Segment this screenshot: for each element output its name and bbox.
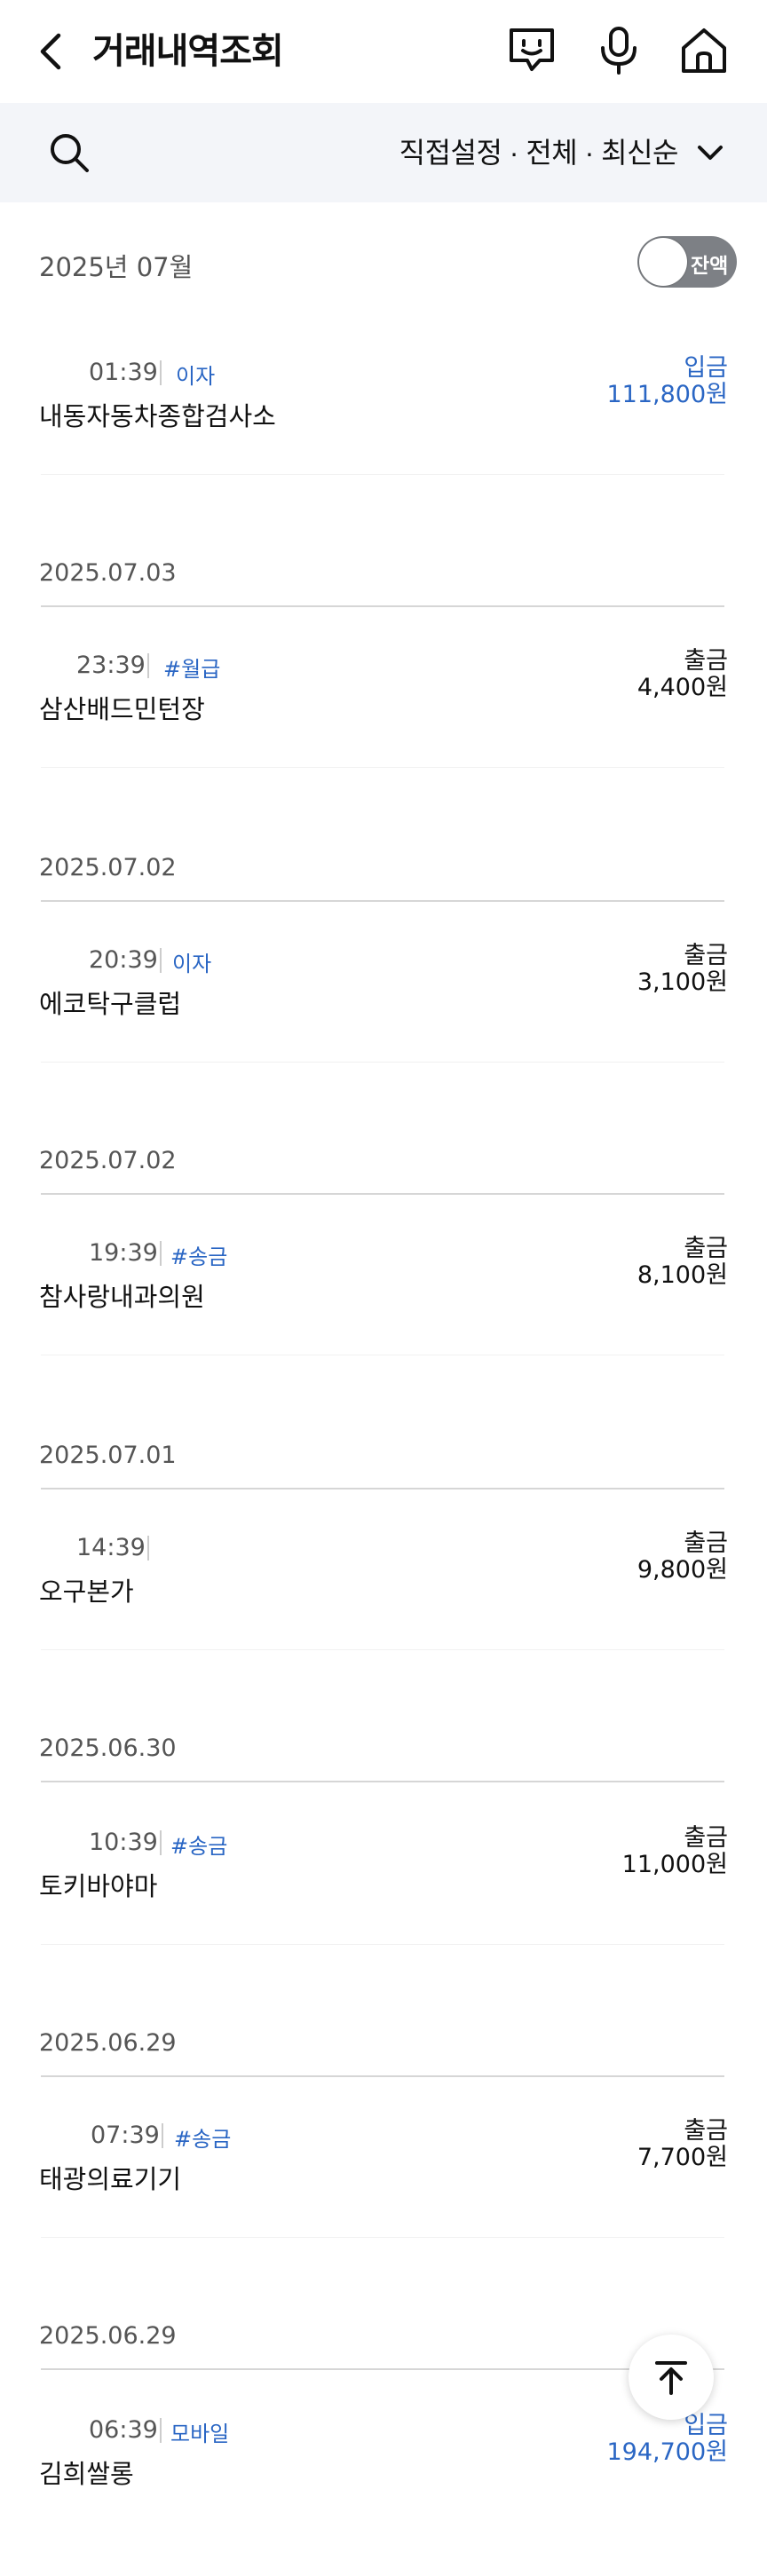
separator [160, 360, 162, 385]
date-header: 2025.07.02 [39, 854, 177, 881]
transaction-time: 01:39 [89, 359, 158, 386]
transaction-amount: 8,100원 [637, 1261, 728, 1289]
balance-toggle-label: 잔액 [691, 254, 729, 277]
date-header: 2025.07.01 [39, 1442, 177, 1469]
date-header: 2025.06.30 [39, 1734, 177, 1762]
transaction-amount: 9,800원 [637, 1556, 728, 1584]
date-divider [41, 2368, 724, 2370]
mic-icon[interactable] [591, 23, 646, 78]
transaction-amount: 4,400원 [637, 674, 728, 701]
home-icon[interactable] [676, 23, 731, 78]
chevron-down-icon[interactable] [692, 135, 728, 170]
arrow-up-icon [655, 2361, 687, 2395]
transaction-item[interactable]: 23:39 #월급 삼산배드민턴장 출금 4,400원 [0, 647, 767, 811]
merchant-name: 내동자동차종합검사소 [39, 401, 276, 431]
row-divider [41, 1062, 724, 1063]
transaction-tag: #송금 [170, 1245, 228, 1269]
transaction-time: 07:39 [91, 2122, 160, 2149]
transaction-amount: 111,800원 [606, 381, 729, 408]
separator [147, 653, 149, 678]
transaction-item[interactable]: 10:39 #송금 토키바야마 출금 11,000원 [0, 1824, 767, 1988]
transaction-tag: 이자 [172, 952, 212, 976]
back-icon[interactable] [32, 27, 71, 76]
date-header: 2025.07.02 [39, 1147, 177, 1174]
transaction-time: 20:39 [89, 946, 158, 974]
separator [160, 948, 162, 973]
row-divider [41, 1649, 724, 1650]
transaction-item[interactable]: 01:39 이자 내동자동차종합검사소 입금 111,800원 [0, 354, 767, 518]
date-divider [41, 1193, 724, 1195]
transaction-tag: #송금 [174, 2127, 232, 2152]
row-divider [41, 2237, 724, 2238]
toggle-knob [639, 238, 687, 286]
chat-icon[interactable] [504, 23, 559, 78]
balance-toggle[interactable]: 잔액 [637, 236, 737, 288]
merchant-name: 김희쌀롱 [39, 2459, 134, 2489]
transaction-tag: 모바일 [170, 2422, 230, 2446]
date-header: 2025.07.03 [39, 559, 177, 587]
merchant-name: 토키바야마 [39, 1871, 158, 1901]
separator [160, 2418, 162, 2443]
row-divider [41, 1944, 724, 1945]
date-divider [41, 2075, 724, 2077]
transaction-tag: #송금 [170, 1834, 228, 1859]
transaction-time: 10:39 [89, 1829, 158, 1856]
filter-summary[interactable]: 직접설정 · 전체 · 최신순 [399, 131, 679, 174]
transaction-time: 23:39 [76, 652, 146, 679]
transaction-time: 06:39 [89, 2416, 158, 2444]
transaction-item[interactable]: 19:39 #송금 참사랑내과의원 출금 8,100원 [0, 1235, 767, 1399]
transaction-amount: 194,700원 [606, 2438, 729, 2466]
app-header: 거래내역조회 [0, 0, 767, 103]
transaction-tag: #월급 [163, 657, 221, 682]
row-divider [41, 474, 724, 475]
transaction-amount: 7,700원 [637, 2144, 728, 2171]
transaction-item[interactable]: 06:39 모바일 김희쌀롱 입금 194,700원 [0, 2412, 767, 2576]
filter-bar: 직접설정 · 전체 · 최신순 [0, 103, 767, 202]
page-title: 거래내역조회 [92, 32, 284, 71]
scroll-top-button[interactable] [629, 2335, 714, 2420]
transaction-tag: 이자 [176, 364, 216, 389]
transaction-item[interactable]: 14:39 오구본가 출금 9,800원 [0, 1529, 767, 1694]
separator [147, 1536, 149, 1561]
merchant-name: 에코탁구클럽 [39, 989, 182, 1019]
transaction-time: 19:39 [89, 1239, 158, 1267]
date-header: 2025.06.29 [39, 2029, 177, 2057]
transaction-amount: 11,000원 [621, 1851, 728, 1878]
merchant-name: 참사랑내과의원 [39, 1282, 205, 1312]
date-header: 2025.06.29 [39, 2322, 177, 2350]
month-label: 2025년 07월 [39, 252, 194, 282]
separator [162, 2123, 163, 2148]
date-divider [41, 1781, 724, 1782]
date-divider [41, 1488, 724, 1489]
merchant-name: 삼산배드민턴장 [39, 694, 205, 724]
date-divider [41, 900, 724, 902]
merchant-name: 오구본가 [39, 1576, 134, 1607]
merchant-name: 태광의료기기 [39, 2164, 182, 2194]
transaction-amount: 3,100원 [637, 968, 728, 996]
separator [160, 1830, 162, 1855]
separator [160, 1241, 162, 1266]
search-icon[interactable] [44, 128, 94, 178]
transaction-item[interactable]: 07:39 #송금 태광의료기기 출금 7,700원 [0, 2117, 767, 2281]
transaction-item[interactable]: 20:39 이자 에코탁구클럽 출금 3,100원 [0, 942, 767, 1106]
date-divider [41, 605, 724, 607]
transaction-time: 14:39 [76, 1534, 146, 1561]
row-divider [41, 767, 724, 768]
